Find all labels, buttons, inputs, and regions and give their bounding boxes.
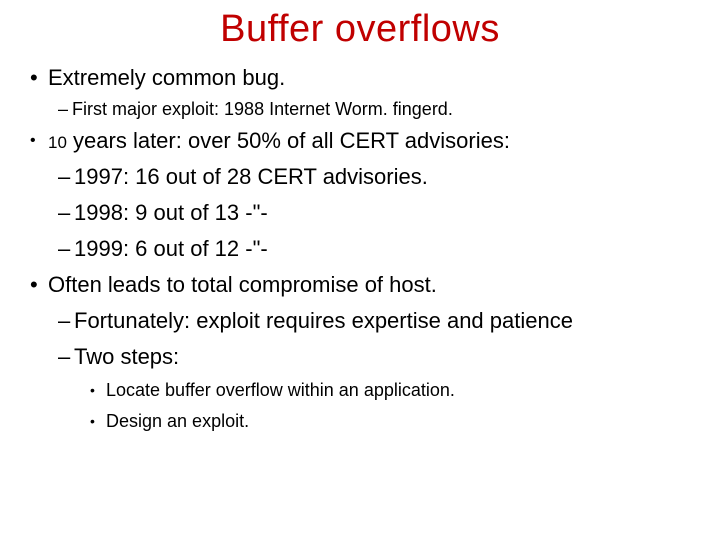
sub-two-steps: Two steps:	[58, 344, 700, 370]
bullet-ten-years-text: years later: over 50% of all CERT adviso…	[67, 128, 510, 153]
bullet-ten-years: 10 years later: over 50% of all CERT adv…	[30, 128, 700, 154]
sub-fortunately: Fortunately: exploit requires expertise …	[58, 308, 700, 334]
slide-title: Buffer overflows	[20, 8, 700, 51]
sub-1998: 1998: 9 out of 13 -"-	[58, 200, 700, 226]
sub-design: Design an exploit.	[90, 411, 700, 432]
sub-locate: Locate buffer overflow within an applica…	[90, 380, 700, 401]
sub-1997: 1997: 16 out of 28 CERT advisories.	[58, 164, 700, 190]
sub-first-exploit: First major exploit: 1988 Internet Worm.…	[58, 99, 700, 120]
year-count: 10	[48, 133, 67, 152]
bullet-common-bug: Extremely common bug.	[30, 65, 700, 91]
bullet-compromise: Often leads to total compromise of host.	[30, 272, 700, 298]
sub-1999: 1999: 6 out of 12 -"-	[58, 236, 700, 262]
